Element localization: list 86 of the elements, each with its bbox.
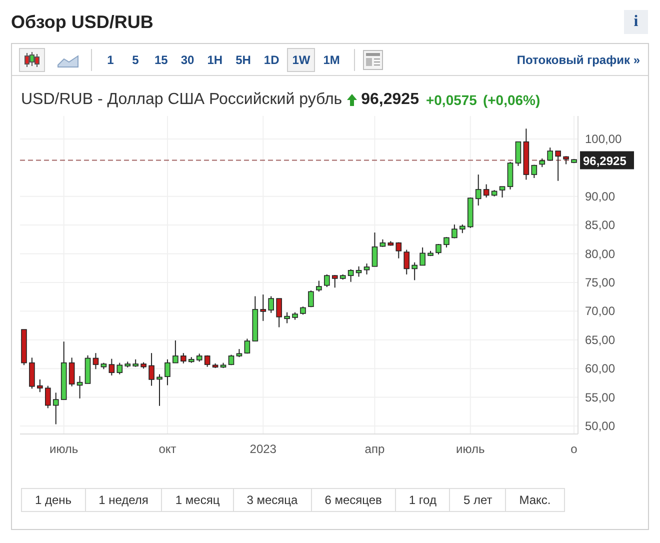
candlestick [555, 150, 561, 182]
candlestick [260, 294, 266, 322]
candlestick [436, 244, 442, 255]
range-button[interactable]: 1 день [21, 488, 86, 512]
candlestick [499, 186, 506, 198]
interval-tab[interactable]: 15 [150, 48, 173, 72]
interval-tab[interactable]: 1W [287, 48, 316, 72]
price-change-percent: (+0,06%) [482, 90, 540, 110]
range-button[interactable]: 5 лет [449, 488, 506, 512]
candlestick [412, 262, 418, 281]
candlestick [52, 392, 59, 425]
candlestick [444, 236, 450, 248]
candlestick [348, 268, 354, 282]
y-axis-label: 100,00 [585, 132, 622, 146]
x-axis-label: о [570, 442, 578, 456]
range-button[interactable]: 3 месяца [232, 488, 312, 512]
range-button[interactable]: 1 неделя [84, 488, 162, 512]
x-axis-label: июль [456, 442, 485, 456]
candlestick [404, 249, 410, 275]
candlestick [547, 147, 553, 162]
candlestick [452, 224, 458, 239]
candlestick [420, 246, 426, 266]
price-label: 96,2925 [580, 151, 634, 170]
y-axis-label: 80,00 [585, 246, 616, 261]
y-axis-label: 90,00 [585, 189, 616, 204]
candlestick [37, 378, 43, 393]
candlestick [116, 362, 123, 375]
interval-tab[interactable]: 1H [202, 48, 228, 72]
y-axis-label: 75,00 [585, 275, 616, 290]
interval-tab[interactable]: 30 [176, 48, 200, 72]
candlestick [29, 357, 35, 390]
candlestick [356, 266, 362, 278]
candlestick [45, 385, 51, 409]
candlestick [475, 174, 482, 206]
price: 96,2925 [361, 90, 419, 110]
candlestick [156, 374, 162, 406]
x-axis-label: 2023 [250, 442, 276, 456]
candlestick [172, 340, 178, 364]
candlestick [332, 274, 338, 288]
candlestick [92, 352, 99, 370]
candlestick [148, 352, 154, 386]
candlestick [244, 338, 250, 354]
candlestick [372, 232, 378, 267]
y-axis-label: 60,00 [585, 362, 616, 376]
interval-tab[interactable]: 1 [100, 48, 122, 72]
candlestick [180, 352, 186, 364]
info-button[interactable]: i [624, 10, 648, 34]
candlestick [316, 280, 322, 292]
instrument-name: USD/RUB - Доллар США Российский рубль [21, 90, 342, 110]
y-axis-label: 55,00 [585, 390, 616, 404]
y-axis-label: 70,00 [585, 304, 616, 318]
candlestick [531, 164, 538, 178]
price-change: +0,0575 [426, 90, 477, 110]
x-axis-label: апр [364, 442, 385, 456]
candlestick-icon [23, 50, 41, 68]
y-axis-label: 85,00 [585, 218, 616, 232]
candlestick [68, 357, 75, 387]
candlestick [364, 263, 370, 275]
y-axis-label: 65,00 [585, 332, 616, 347]
candlestick [396, 242, 402, 259]
page-title: Обзор USD/RUB [11, 10, 154, 34]
interval-tab[interactable]: 1D [258, 48, 284, 72]
interval-tab[interactable]: 1M [318, 48, 345, 72]
streaming-chart-link[interactable]: Потоковый график » [516, 50, 640, 68]
candlestick [483, 184, 490, 198]
x-axis-label: июль [50, 442, 78, 456]
range-button[interactable]: 1 год [394, 488, 450, 512]
candlestick [308, 290, 314, 308]
range-button[interactable]: 1 месяц [161, 488, 234, 512]
candlestick [324, 274, 330, 288]
interval-tab[interactable]: 5 [124, 48, 146, 72]
range-button[interactable]: 6 месяцев [310, 488, 396, 512]
range-button[interactable]: Макс. [505, 488, 565, 512]
x-axis-label: окт [158, 442, 176, 456]
candlestick [276, 298, 282, 328]
candlestick [515, 141, 522, 166]
chart-type-button[interactable] [19, 48, 45, 72]
interval-tab[interactable]: 5H [230, 48, 256, 72]
candlestick [108, 358, 115, 376]
layout-icon[interactable] [363, 50, 384, 70]
y-axis-label: 50,00 [585, 418, 616, 433]
candlestick [76, 376, 83, 399]
candlestick [268, 296, 274, 314]
candlestick [507, 161, 514, 190]
candlestick [164, 358, 170, 386]
candlestick [284, 312, 290, 324]
